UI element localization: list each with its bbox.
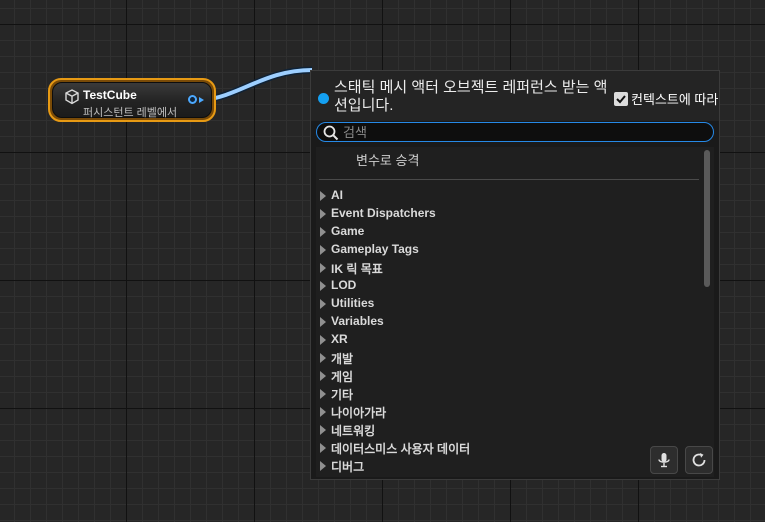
output-pin[interactable] [188,95,197,104]
scrollbar-thumb[interactable] [704,150,710,287]
menu-header: 스태틱 메시 액터 오브젝트 레퍼런스 받는 액션입니다. 컨텍스트에 따라 [311,71,719,121]
category-label: Gameplay Tags [331,242,419,256]
search-input[interactable] [343,124,703,140]
context-label: 컨텍스트에 따라 [631,92,719,107]
category-item[interactable]: AI [311,187,701,205]
category-item[interactable]: 네트워킹 [311,421,701,439]
expand-arrow-icon[interactable] [320,335,326,345]
expand-arrow-icon[interactable] [320,443,326,453]
category-item[interactable]: 디버그 [311,457,701,475]
category-list: AI Event Dispatchers Game Gameplay Tags … [311,187,701,475]
promote-to-variable-item[interactable]: 변수로 승격 [356,150,419,169]
category-label: IK 릭 목표 [331,262,383,276]
expand-arrow-icon[interactable] [320,353,326,363]
expand-arrow-icon[interactable] [320,191,326,201]
category-label: 기타 [331,388,354,402]
cube-icon [65,89,79,105]
expand-arrow-icon[interactable] [320,281,326,291]
expand-arrow-icon[interactable] [320,227,326,237]
expand-arrow-icon[interactable] [320,299,326,309]
category-label: Event Dispatchers [331,206,436,220]
action-menu: 스태틱 메시 액터 오브젝트 레퍼런스 받는 액션입니다. 컨텍스트에 따라 변… [310,70,720,480]
expand-arrow-icon[interactable] [320,263,326,273]
category-label: 데이터스미스 사용자 데이터 [331,442,471,456]
category-label: AI [331,188,343,202]
microphone-icon [658,453,670,468]
check-icon [616,94,626,103]
category-item[interactable]: XR [311,331,701,349]
expand-arrow-icon[interactable] [320,461,326,471]
context-checkbox[interactable] [614,91,628,106]
expand-arrow-icon[interactable] [320,425,326,435]
category-item[interactable]: 나이아가라 [311,403,701,421]
category-item[interactable]: Game [311,223,701,241]
expand-arrow-icon[interactable] [320,407,326,417]
category-label: Game [331,224,365,238]
expand-arrow-icon[interactable] [320,317,326,327]
category-item[interactable]: IK 릭 목표 [311,259,701,277]
category-label: 개발 [331,352,354,366]
node-subtitle: 퍼시스턴트 레벨에서 [83,107,178,119]
context-sensitive-toggle[interactable]: 컨텍스트에 따라 [614,89,719,107]
testcube-reference-node[interactable]: TestCube 퍼시스턴트 레벨에서 [48,78,216,122]
output-pin-arrow-icon [199,97,204,103]
category-label: XR [331,332,348,346]
category-label: 나이아가라 [331,406,387,420]
node-title: TestCube [83,88,137,102]
category-item[interactable]: Event Dispatchers [311,205,701,223]
category-item[interactable]: 게임 [311,367,701,385]
category-item[interactable]: 기타 [311,385,701,403]
category-label: 네트워킹 [331,424,376,438]
voice-search-button[interactable] [650,446,678,474]
expand-arrow-icon[interactable] [320,209,326,219]
search-icon [323,125,339,141]
expand-arrow-icon[interactable] [320,245,326,255]
category-item[interactable]: Variables [311,313,701,331]
category-item[interactable]: LOD [311,277,701,295]
category-item[interactable]: Utilities [311,295,701,313]
category-label: LOD [331,278,357,292]
category-label: Variables [331,314,384,328]
refresh-button[interactable] [685,446,713,474]
menu-title: 스태틱 메시 액터 오브젝트 레퍼런스 받는 액션입니다. [334,79,608,114]
refresh-icon [692,453,706,467]
category-item[interactable]: Gameplay Tags [311,241,701,259]
category-item[interactable]: 데이터스미스 사용자 데이터 [311,439,701,457]
expand-arrow-icon[interactable] [320,389,326,399]
object-reference-pin-icon [318,93,329,104]
divider [319,179,699,180]
category-label: 게임 [331,370,354,384]
category-label: Utilities [331,296,375,310]
category-label: 디버그 [331,460,365,474]
category-item[interactable]: 개발 [311,349,701,367]
expand-arrow-icon[interactable] [320,371,326,381]
search-box[interactable] [316,122,714,142]
